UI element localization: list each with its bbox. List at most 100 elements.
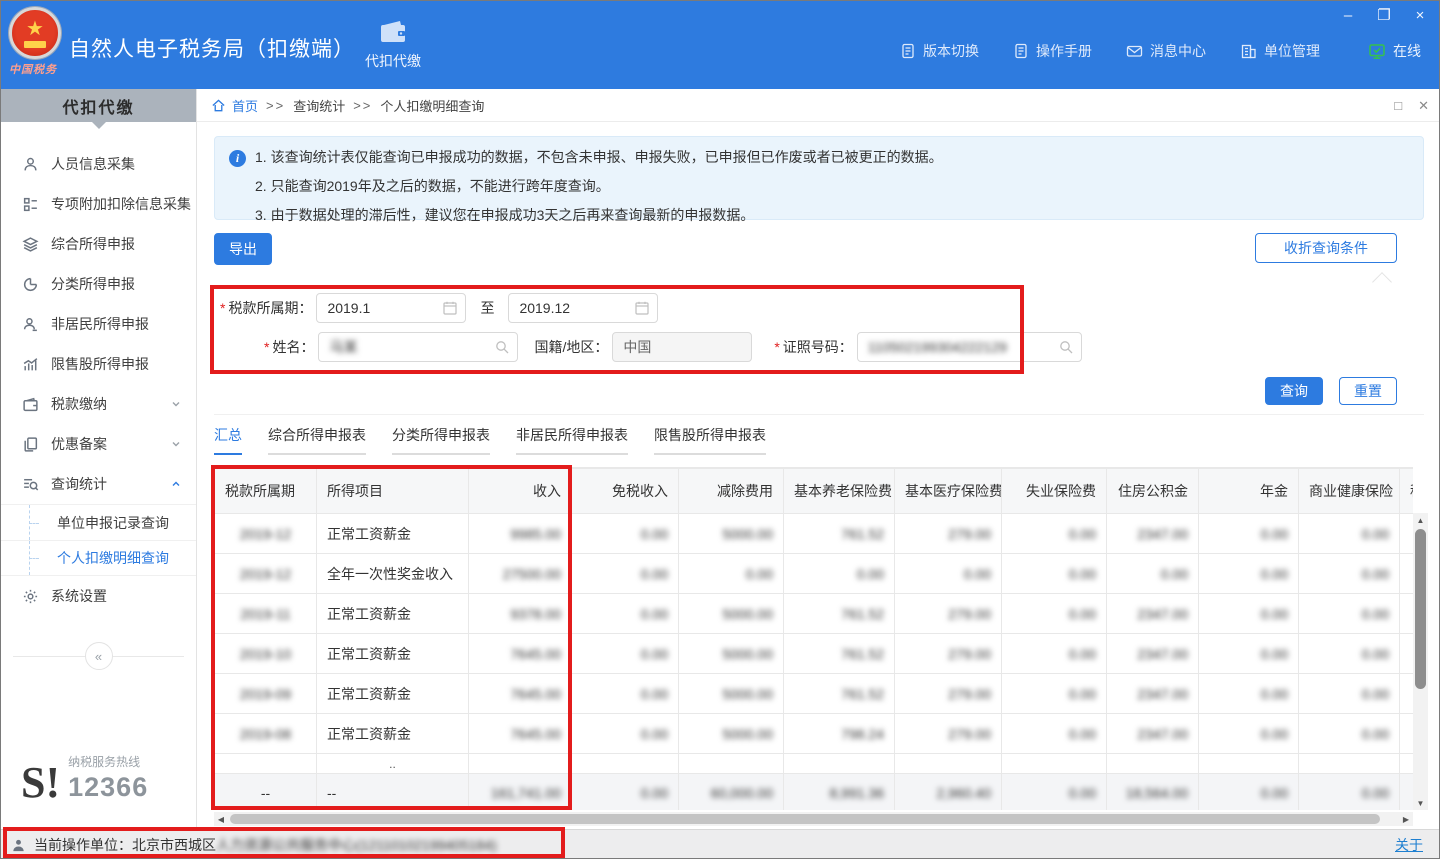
minimize-button[interactable]: – [1337,5,1359,25]
panel-maximize-icon[interactable]: □ [1394,98,1402,113]
period-from-input[interactable]: 2019.1 [316,293,466,323]
to-label: 至 [480,298,494,318]
sidebar-subitem-personal-withholding-query[interactable]: 个人扣缴明细查询 [1,540,196,576]
table-cell [1199,754,1299,774]
table-cell: 0.00 [572,514,679,554]
national-emblem-icon: ★ [9,7,61,59]
sidebar-item-system-settings[interactable]: 系统设置 [1,576,196,616]
tab-summary[interactable]: 汇总 [214,425,242,455]
table-row[interactable]: 2019-12正常工资薪金9985.000.005000.00761.52279… [215,514,1414,554]
id-number-label: 证照号码： [783,339,853,355]
query-button[interactable]: 查询 [1265,377,1323,405]
tab-comprehensive[interactable]: 综合所得申报表 [268,425,366,455]
chevron-down-icon [170,398,182,410]
export-button[interactable]: 导出 [214,233,272,265]
table-cell: 5000.00 [679,634,784,674]
table-summary-row[interactable]: ----161,741.000.0060,000.008,991.362,960… [215,774,1414,811]
search-icon[interactable] [494,339,510,355]
breadcrumb-home[interactable]: 首页 [232,96,258,115]
table-cell [1400,594,1414,634]
sidebar-item-comprehensive-income[interactable]: 综合所得申报 [1,224,196,264]
breadcrumb-level3: 个人扣缴明细查询 [380,96,484,115]
table-cell: 5000.00 [679,714,784,754]
sidebar-header: 代扣代缴 [1,89,196,122]
table-cell [895,754,1002,774]
vertical-scrollbar[interactable]: ▲ ▼ [1413,513,1428,810]
table-row-clipped: .. [215,754,1414,774]
scroll-down-icon[interactable]: ▼ [1413,796,1428,810]
search-list-icon [21,475,39,493]
result-tabs: 汇总 综合所得申报表 分类所得申报表 非居民所得申报表 限售股所得申报表 [214,425,766,455]
sidebar-collapse-button[interactable]: « [85,642,113,670]
close-button[interactable]: × [1409,5,1431,25]
calendar-icon[interactable] [442,300,458,316]
search-icon[interactable] [1058,339,1074,355]
pie-chart-icon [21,275,39,293]
hotline-number: 12366 [68,772,148,803]
reset-button[interactable]: 重置 [1339,377,1397,405]
horizontal-scroll-thumb[interactable] [230,814,1380,824]
sidebar-item-query-statistics[interactable]: 查询统计 [1,464,196,504]
header-tab-daikoudaijiao[interactable]: 代扣代缴 [351,19,435,83]
vertical-scroll-thumb[interactable] [1415,529,1426,689]
sidebar-item-nonresident-income[interactable]: 非居民所得申报 [1,304,196,344]
breadcrumb: 首页 >> 查询统计 >> 个人扣缴明细查询 □ ✕ [197,89,1440,122]
scroll-left-icon[interactable]: ◀ [214,812,228,826]
sidebar-item-personnel-info[interactable]: 人员信息采集 [1,144,196,184]
name-input[interactable]: 马某 [318,332,518,362]
panel-close-icon[interactable]: ✕ [1418,98,1429,114]
menu-unit-management[interactable]: 单位管理 [1240,41,1320,61]
menu-message-center[interactable]: 消息中心 [1126,41,1206,61]
table-cell: 正常工资薪金 [317,594,469,634]
gear-icon [21,587,39,605]
nationality-label: 国籍/地区： [534,337,608,357]
wallet-icon [378,19,408,45]
table-cell: 8,991.36 [784,774,895,811]
period-to-input[interactable]: 2019.12 [508,293,658,323]
sidebar-item-classified-income[interactable]: 分类所得申报 [1,264,196,304]
id-number-input[interactable]: 110502199304222129 [857,332,1082,362]
table-cell: 60,000.00 [679,774,784,811]
menu-version-switch[interactable]: 版本切换 [900,41,979,61]
calendar-icon[interactable] [634,300,650,316]
sidebar-item-special-deduction[interactable]: 专项附加扣除信息采集 [1,184,196,224]
table-cell: 2347.00 [1107,634,1199,674]
table-cell: 0.00 [572,594,679,634]
table-row[interactable]: 2019-08正常工资薪金7645.000.005000.00798.24279… [215,714,1414,754]
tab-nonresident[interactable]: 非居民所得申报表 [516,425,628,455]
nationality-input[interactable]: 中国 [612,332,752,362]
collapse-query-button[interactable]: 收折查询条件 [1255,233,1397,263]
table-cell [784,754,895,774]
scroll-up-icon[interactable]: ▲ [1413,513,1428,527]
sidebar-item-restricted-shares[interactable]: 限售股所得申报 [1,344,196,384]
current-unit-visible: 北京市西城区 [132,835,216,855]
table-row[interactable]: 2019-12全年一次性奖金收入27500.000.000.000.000.00… [215,554,1414,594]
table-row[interactable]: 2019-10正常工资薪金7645.000.005000.00761.52279… [215,634,1414,674]
table-row[interactable]: 2019-09正常工资薪金7645.000.005000.00761.52279… [215,674,1414,714]
organization-icon [1240,43,1257,59]
header-menu: 版本切换 操作手册 消息中心 单位管理 [900,41,1421,61]
table-cell: 7645.00 [469,634,572,674]
table-row[interactable]: 2019-11正常工资薪金9378.000.005000.00761.52279… [215,594,1414,634]
menu-operation-manual[interactable]: 操作手册 [1013,41,1092,61]
sidebar-item-tax-payment[interactable]: 税款缴纳 [1,384,196,424]
table-column-header: 税款 [1400,469,1414,514]
sidebar-item-preferential-filing[interactable]: 优惠备案 [1,424,196,464]
restore-button[interactable]: ❐ [1373,5,1395,25]
table-cell: 279.00 [895,674,1002,714]
table-cell: 0.00 [1299,714,1400,754]
table-header-row: 税款所属期所得项目收入免税收入减除费用基本养老保险费基本医疗保险费失业保险费住房… [215,469,1414,514]
notice-line-2: 2. 只能查询2019年及之后的数据，不能进行跨年度查询。 [255,176,1409,196]
online-status[interactable]: 在线 [1368,41,1421,61]
table-cell: 2019-11 [215,594,317,634]
table-cell: 正常工资薪金 [317,714,469,754]
about-link[interactable]: 关于 [1395,835,1423,855]
current-unit-label: 当前操作单位： [34,835,132,855]
table-cell: 0.00 [1002,554,1107,594]
tab-restricted-shares[interactable]: 限售股所得申报表 [654,425,766,455]
sidebar-subitem-unit-declaration-query[interactable]: 单位申报记录查询 [1,504,196,540]
tab-classified[interactable]: 分类所得申报表 [392,425,490,455]
horizontal-scrollbar[interactable]: ◀ ▶ [214,812,1413,826]
table-cell: 279.00 [895,714,1002,754]
scroll-right-icon[interactable]: ▶ [1399,812,1413,826]
